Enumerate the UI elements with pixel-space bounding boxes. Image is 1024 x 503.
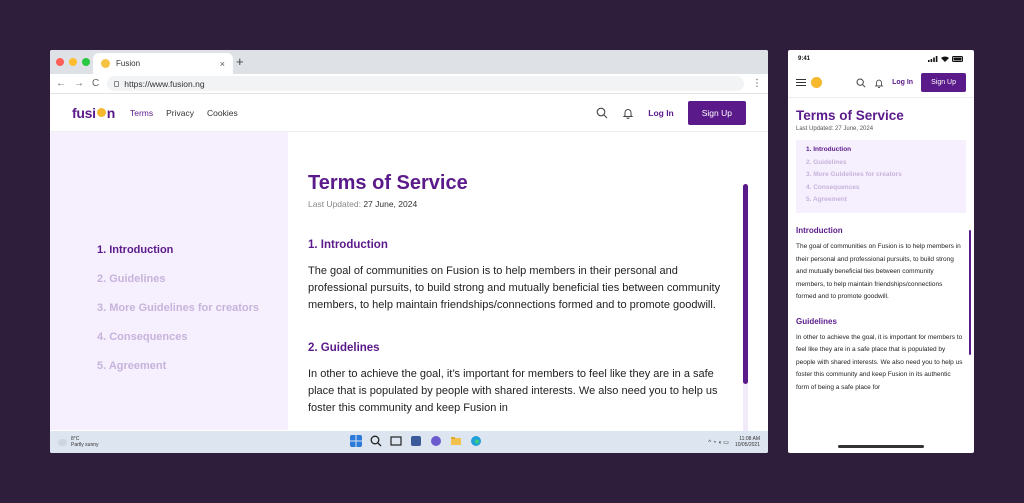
- section-heading: 1. Introduction: [308, 239, 388, 251]
- chat-icon[interactable]: [430, 435, 442, 447]
- page-title: Terms of Service: [308, 172, 468, 194]
- section-paragraph: In other to achieve the goal, it is impo…: [796, 333, 963, 391]
- terms-content: 1. Introduction 2. Guidelines 3. More Gu…: [50, 132, 768, 434]
- header-actions: Log In Sign Up: [596, 100, 746, 125]
- fusion-logo[interactable]: fusi n: [72, 105, 115, 121]
- search-icon[interactable]: [856, 78, 866, 88]
- lock-icon: [114, 80, 120, 87]
- section-paragraph: The goal of communities on Fusion is to …: [308, 265, 721, 311]
- mobile-screen: 9:41 Log In Sign Up Terms of Service Las…: [788, 50, 974, 453]
- task-view-icon[interactable]: [390, 435, 402, 447]
- window-controls: [56, 58, 90, 66]
- windows-taskbar: 8°C Partly sunny ^ ◔ ◖ ▭ 11:08 AM 10/05/20…: [50, 431, 768, 453]
- last-updated-label: Last Updated:: [308, 199, 361, 209]
- reload-icon[interactable]: C: [92, 78, 99, 89]
- toc-item-guidelines[interactable]: 2. Guidelines: [97, 273, 288, 285]
- tray-icons[interactable]: ^ ◔ ◖ ▭: [708, 439, 729, 446]
- section-heading: 2. Guidelines: [308, 342, 380, 354]
- site-header: fusi n Terms Privacy Cookies Log In Sign …: [50, 94, 768, 132]
- scrollbar-track[interactable]: [743, 184, 748, 434]
- section-heading: Introduction: [796, 226, 843, 235]
- forward-icon[interactable]: →: [74, 78, 84, 89]
- fusion-logo-icon[interactable]: [811, 77, 822, 88]
- weather-desc: Partly sunny: [71, 442, 99, 448]
- signup-button[interactable]: Sign Up: [921, 73, 966, 92]
- favicon-icon: [101, 59, 110, 68]
- signup-button[interactable]: Sign Up: [687, 100, 746, 125]
- browser-menu-icon[interactable]: ⋮: [752, 78, 762, 89]
- url-field[interactable]: https://www.fusion.ng: [107, 76, 744, 91]
- new-tab-button[interactable]: +: [236, 54, 244, 69]
- clock[interactable]: 11:08 AM 10/05/2021: [735, 436, 760, 448]
- nav-cookies[interactable]: Cookies: [207, 108, 238, 118]
- toc-item-guidelines[interactable]: 2. Guidelines: [806, 159, 956, 166]
- windows-start-icon[interactable]: [350, 435, 362, 447]
- toc-item-agreement[interactable]: 5. Agreement: [97, 360, 288, 372]
- logo-text-start: fusi: [72, 104, 96, 121]
- toc-sidebar: 1. Introduction 2. Guidelines 3. More Gu…: [50, 132, 288, 430]
- desktop-browser-window: Fusion × + ← → C https://www.fusion.ng ⋮…: [50, 50, 768, 453]
- nav-terms[interactable]: Terms: [130, 108, 153, 118]
- back-icon[interactable]: ←: [56, 78, 66, 89]
- tab-title: Fusion: [116, 59, 141, 68]
- mobile-header: Log In Sign Up: [788, 68, 974, 98]
- search-icon[interactable]: [596, 107, 608, 119]
- nav-privacy[interactable]: Privacy: [166, 108, 194, 118]
- scrollbar-thumb[interactable]: [743, 184, 748, 384]
- toc-item-introduction[interactable]: 1. Introduction: [806, 146, 956, 153]
- last-updated: Last Updated: 27 June, 2024: [308, 199, 728, 209]
- cloud-icon: [58, 438, 67, 446]
- home-indicator[interactable]: [838, 445, 924, 448]
- edge-browser-icon[interactable]: [470, 435, 482, 447]
- clock-date: 10/05/2021: [734, 442, 760, 448]
- system-tray: ^ ◔ ◖ ▭ 11:08 AM 10/05/2021: [708, 436, 760, 448]
- site-nav: Terms Privacy Cookies: [130, 108, 238, 118]
- logo-dot-icon: [96, 108, 106, 117]
- battery-icon: [952, 56, 963, 62]
- weather-widget[interactable]: 8°C Partly sunny: [58, 436, 99, 448]
- minimize-window-button[interactable]: [69, 58, 77, 66]
- signal-icon: [928, 56, 938, 62]
- section-paragraph: In other to achieve the goal, it’s impor…: [308, 368, 718, 414]
- mobile-scrollbar[interactable]: [969, 230, 971, 355]
- hamburger-menu-icon[interactable]: [796, 79, 806, 86]
- tab-close-icon[interactable]: ×: [220, 59, 225, 69]
- toc-item-agreement[interactable]: 5. Agreement: [806, 196, 956, 203]
- taskbar-apps: [350, 435, 482, 447]
- document-body: Terms of Service Last Updated: 27 June, …: [288, 132, 768, 434]
- login-link[interactable]: Log In: [648, 108, 674, 118]
- close-window-button[interactable]: [56, 58, 64, 66]
- bell-icon[interactable]: [622, 107, 634, 119]
- toc-item-more-guidelines[interactable]: 3. More Guidelines for creators: [97, 302, 288, 314]
- toc-box: 1. Introduction 2. Guidelines 3. More Gu…: [796, 140, 966, 213]
- bell-icon[interactable]: [874, 78, 884, 88]
- widgets-icon[interactable]: [410, 435, 422, 447]
- login-link[interactable]: Log In: [892, 79, 913, 86]
- taskbar-search-icon[interactable]: [370, 435, 382, 447]
- maximize-window-button[interactable]: [82, 58, 90, 66]
- last-updated: Last Updated: 27 June, 2024: [796, 126, 874, 132]
- logo-text-end: n: [106, 104, 116, 121]
- address-bar-row: ← → C https://www.fusion.ng ⋮: [50, 74, 768, 94]
- mobile-status-bar: 9:41: [788, 50, 974, 68]
- wifi-icon: [941, 56, 949, 62]
- toc-item-more-guidelines[interactable]: 3. More Guidelines for creators: [806, 171, 956, 178]
- toc-item-introduction[interactable]: 1. Introduction: [97, 244, 288, 256]
- section-paragraph: The goal of communities on Fusion is to …: [796, 243, 961, 300]
- section-heading: Guidelines: [796, 316, 837, 326]
- browser-tab[interactable]: Fusion ×: [93, 53, 233, 74]
- toc-item-consequences[interactable]: 4. Consequences: [97, 331, 288, 343]
- file-explorer-icon[interactable]: [450, 435, 462, 447]
- browser-tab-bar: Fusion × +: [50, 50, 768, 74]
- url-text: https://www.fusion.ng: [124, 78, 205, 89]
- status-time: 9:41: [798, 56, 811, 62]
- last-updated-date: 27 June, 2024: [363, 199, 418, 209]
- page-title: Terms of Service: [796, 108, 904, 123]
- toc-item-consequences[interactable]: 4. Consequences: [806, 184, 956, 191]
